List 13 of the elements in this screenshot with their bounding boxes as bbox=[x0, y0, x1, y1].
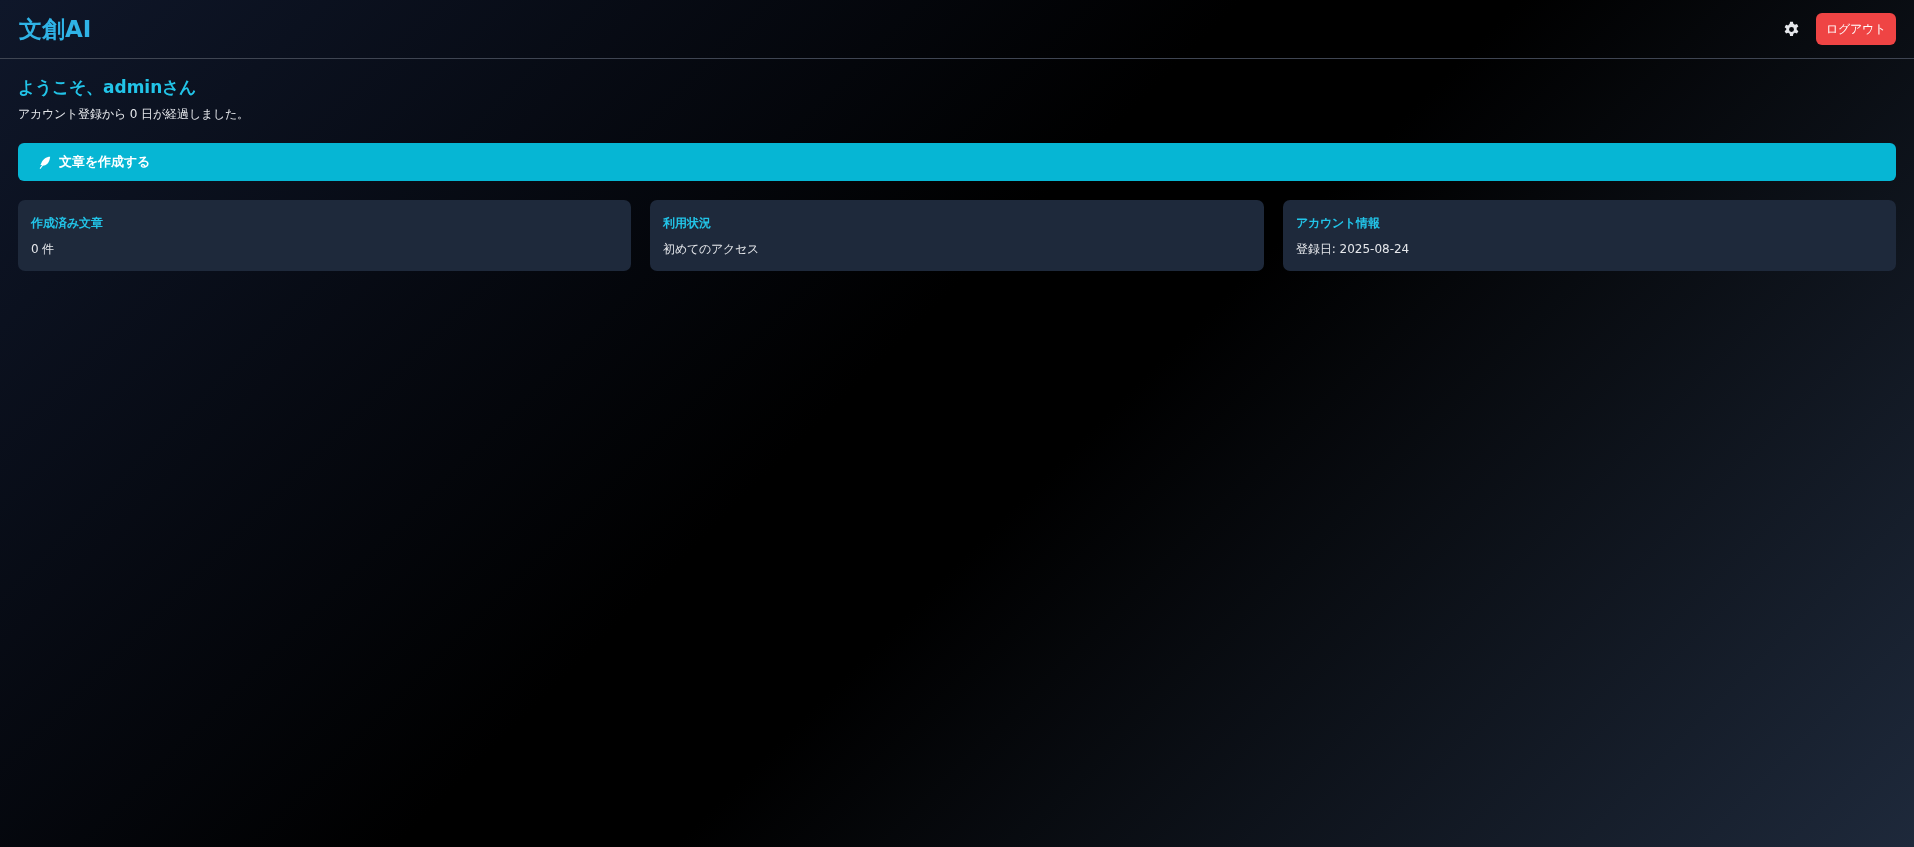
welcome-title: ようこそ、adminさん bbox=[18, 77, 198, 98]
app-logo[interactable]: 文創AI bbox=[19, 11, 92, 47]
welcome-subtitle: アカウント登録から 0 日が経過しました。 bbox=[18, 106, 251, 124]
card-value: 登録日: 2025-08-24 bbox=[1295, 241, 1411, 259]
settings-icon[interactable] bbox=[1783, 20, 1800, 38]
card-value: 0 件 bbox=[31, 241, 56, 259]
card-title: アカウント情報 bbox=[1295, 215, 1381, 233]
quill-icon bbox=[38, 155, 51, 169]
card-title: 作成済み文章 bbox=[31, 215, 104, 233]
card-title: 利用状況 bbox=[663, 215, 713, 233]
card-value: 初めてのアクセス bbox=[663, 241, 761, 259]
logout-button[interactable]: ログアウト bbox=[1816, 13, 1896, 45]
create-text-button[interactable]: 文章を作成する bbox=[18, 143, 1896, 182]
